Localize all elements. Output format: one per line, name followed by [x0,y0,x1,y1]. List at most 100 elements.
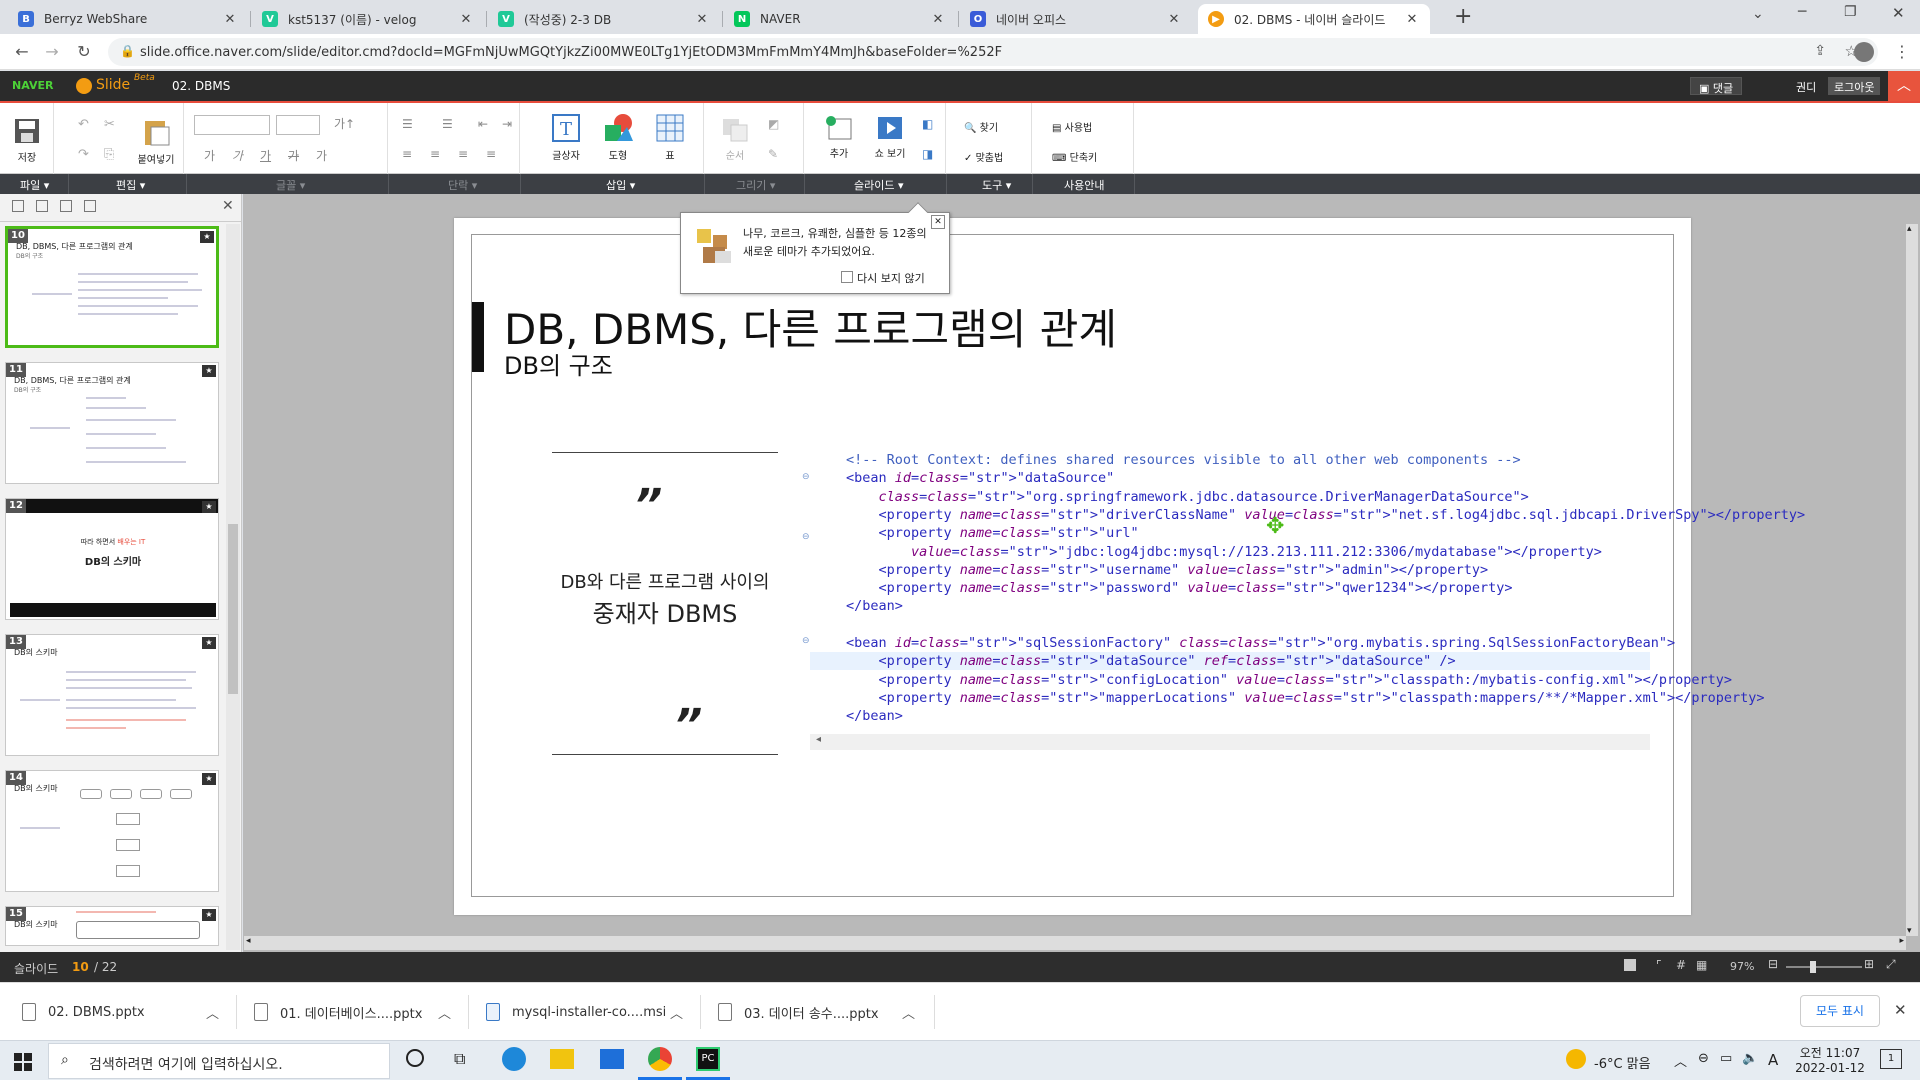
tab-search-chevron-icon[interactable]: ⌄ [1752,6,1764,22]
mail-icon[interactable] [600,1049,624,1069]
tab-berryz[interactable]: B Berryz WebShare ✕ [8,4,248,34]
slide-thumbnail[interactable]: 13 ★ DB의 스키마 [5,634,219,756]
canvas-hscrollbar[interactable]: ◂ ▸ [244,936,1906,950]
slideshow-button[interactable]: 쇼 보기 [868,115,912,160]
redo-icon[interactable]: ↷ [78,147,89,162]
download-item[interactable]: 01. 데이터베이스....pptx ︿ [254,983,454,1041]
cut-icon[interactable]: ✂ [104,117,115,132]
outline-view-icon[interactable]: ▦ [1696,958,1707,972]
logout-button[interactable]: 로그아웃 [1828,77,1881,95]
tray-chevron-icon[interactable]: ︿ [1674,1051,1687,1070]
chrome-icon[interactable] [648,1047,672,1071]
play-slideshow-icon[interactable] [1624,959,1636,971]
address-bar[interactable]: 🔒 slide.office.naver.com/slide/editor.cm… [108,38,1878,66]
browser-menu-icon[interactable]: ⋮ [1894,42,1910,61]
notification-center-icon[interactable]: 1 [1880,1049,1902,1069]
download-chevron-icon[interactable]: ︿ [902,1003,915,1022]
bullet-list-icon[interactable]: ☰ [442,117,453,131]
align-center-icon[interactable]: ≡ [430,147,440,161]
underline-button[interactable]: 가 [260,147,271,164]
quote-line-1[interactable]: DB와 다른 프로그램 사이의 [548,568,782,594]
align-right-icon[interactable]: ≡ [458,147,468,161]
slide-transition-icon[interactable]: ◨ [922,147,933,161]
download-item[interactable]: mysql-installer-co....msi ︿ [486,983,686,1041]
textbox-button[interactable]: T 글상자 [546,113,586,162]
shape-button[interactable]: 도형 [598,113,638,162]
zoom-out-icon[interactable]: ⊟ [1768,957,1778,971]
clock-date[interactable]: 2022-01-12 [1792,1061,1868,1075]
tab-velog-draft[interactable]: V (작성중) 2-3 DB ✕ [488,4,720,34]
zoom-slider[interactable] [1786,961,1862,973]
comment-button[interactable]: ▣ 댓글 [1690,77,1743,95]
decrease-indent-icon[interactable]: ⇤ [478,117,488,131]
close-downloads-icon[interactable]: ✕ [1894,1001,1907,1019]
reload-icon[interactable]: ↻ [74,42,94,62]
code-hscrollbar[interactable]: ◂ [810,734,1650,750]
scrollbar-thumb[interactable] [228,524,238,694]
slide-subtitle[interactable]: DB의 구조 [504,346,613,381]
menu-paragraph[interactable]: 단락 ▾ [448,177,477,193]
zoom-slider-thumb[interactable] [1810,961,1816,973]
slide-thumbnail[interactable]: 12 ★ 따라 하면서 배우는 IT DB의 스키마 [5,498,219,620]
edge-icon[interactable] [502,1047,526,1071]
save-button[interactable]: 저장 [12,117,42,164]
slide-thumbnail[interactable]: 10 ★ DB, DBMS, 다른 프로그램의 관계 DB의 구조 [5,226,219,348]
window-close-icon[interactable]: ✕ [1892,4,1905,22]
menu-file[interactable]: 파일 ▾ [20,177,49,193]
spellcheck-button[interactable]: ✓ 맞춤법 [964,149,1003,164]
menu-insert[interactable]: 삽입 ▾ [606,177,635,193]
close-tab-icon[interactable]: ✕ [930,12,946,27]
increase-indent-icon[interactable]: ⇥ [502,117,512,131]
view-single-icon[interactable] [12,200,24,212]
view-outline-icon[interactable] [84,200,96,212]
thumbnail-scrollbar[interactable] [226,224,240,950]
dont-show-checkbox[interactable] [841,271,853,283]
line-color-icon[interactable]: ✎ [768,147,778,161]
align-left-icon[interactable]: ≡ [402,147,412,161]
close-tab-icon[interactable]: ✕ [1166,12,1182,27]
fill-color-icon[interactable]: ◩ [768,117,779,131]
table-button[interactable]: 표 [650,113,690,162]
menu-draw[interactable]: 그리기 ▾ [736,177,775,193]
close-tab-icon[interactable]: ✕ [222,12,238,27]
download-item[interactable]: 03. 데이터 송수....pptx ︿ [718,983,918,1041]
restore-icon[interactable]: ❐ [1844,4,1857,20]
clock-time[interactable]: 오전 11:07 [1796,1044,1864,1061]
view-grid-icon[interactable] [60,200,72,212]
menu-slide[interactable]: 슬라이드 ▾ [854,177,904,193]
download-item[interactable]: 02. DBMS.pptx ︿ [22,983,222,1041]
zoom-in-icon[interactable]: ⊞ [1864,957,1874,971]
strikethrough-button[interactable]: 가 [288,147,299,164]
close-tab-icon[interactable]: ✕ [458,12,474,27]
font-family-select[interactable] [194,115,270,135]
profile-avatar-icon[interactable] [1854,42,1874,62]
forward-icon[interactable]: → [42,42,62,62]
tab-naver-office[interactable]: O 네이버 오피스 ✕ [960,4,1192,34]
back-icon[interactable]: ← [12,42,32,62]
file-explorer-icon[interactable] [550,1049,574,1069]
normal-view-icon[interactable]: ⌜ [1656,958,1662,972]
download-chevron-icon[interactable]: ︿ [670,1003,683,1022]
copy-icon[interactable]: ⎘ [104,147,114,162]
quote-line-2[interactable]: 중재자 DBMS [548,594,782,629]
tab-velog-profile[interactable]: V kst5137 (이름) - velog ✕ [252,4,484,34]
pycharm-icon[interactable]: PC [696,1047,720,1071]
menu-help[interactable]: 사용안내 [1064,177,1104,193]
menu-font[interactable]: 글꼴 ▾ [276,177,305,193]
task-view-icon[interactable]: ⧉ [454,1049,465,1069]
network-icon[interactable]: ▭ [1720,1051,1732,1066]
italic-button[interactable]: 가 [232,147,243,164]
font-size-select[interactable] [276,115,320,135]
share-icon[interactable]: ⇪ [1814,43,1826,59]
close-tab-icon[interactable]: ✕ [694,12,710,27]
fit-to-window-icon[interactable]: ⤢ [1886,957,1896,972]
close-popup-icon[interactable]: ✕ [931,215,945,229]
minimize-icon[interactable]: ─ [1798,4,1806,20]
download-chevron-icon[interactable]: ︿ [438,1003,451,1022]
shortcut-button[interactable]: ⌨ 단축키 [1052,149,1097,164]
numbered-list-icon[interactable]: ☰ [402,117,413,131]
slide-layout-icon[interactable]: ◧ [922,117,933,131]
find-button[interactable]: 🔍 찾기 [964,119,998,134]
slide-thumbnail[interactable]: 15 ★ DB의 스키마 [5,906,219,946]
show-all-downloads-button[interactable]: 모두 표시 [1800,995,1880,1027]
